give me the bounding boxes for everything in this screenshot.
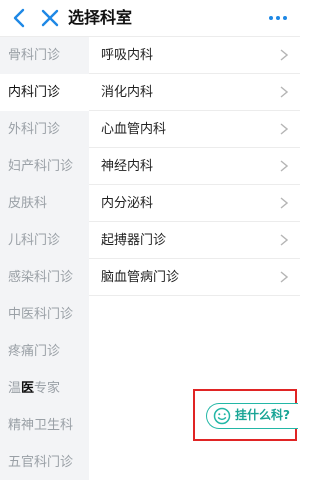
department-item-pacemaker-clinic[interactable]: 起搏器门诊 [89, 222, 300, 259]
top-bar: 选择科室 [0, 0, 300, 37]
category-sidebar: 骨科门诊 内科门诊 外科门诊 妇产科门诊 皮肤科 儿科门诊 感染科门诊 中医科门… [0, 37, 89, 480]
department-item-respiratory[interactable]: 呼吸内科 [89, 37, 300, 74]
chevron-left-icon[interactable] [10, 7, 30, 29]
department-item-gastroenterology[interactable]: 消化内科 [89, 74, 300, 111]
chevron-right-icon [280, 271, 288, 283]
more-horizontal-icon[interactable] [268, 12, 288, 24]
sidebar-item-pediatrics[interactable]: 儿科门诊 [0, 222, 89, 259]
sidebar-item-label-highlight: 医 [21, 381, 35, 396]
chevron-right-icon [280, 234, 288, 246]
sidebar-item-wenyi-experts[interactable]: 温医专家 [0, 370, 89, 407]
sidebar-item-ent[interactable]: 五官科门诊 [0, 444, 89, 481]
sidebar-item-mental-health[interactable]: 精神卫生科 [0, 407, 89, 444]
department-item-neurology[interactable]: 神经内科 [89, 148, 300, 185]
department-list: 呼吸内科 消化内科 心血管内科 神经内科 内分泌科 起搏器门诊 脑血管病门诊 [89, 37, 300, 296]
sidebar-item-internal-medicine[interactable]: 内科门诊 [0, 74, 89, 111]
chevron-right-icon [280, 197, 288, 209]
sidebar-item-label-post: 专家 [34, 381, 61, 396]
sidebar-item-obstetrics-gynecology[interactable]: 妇产科门诊 [0, 148, 89, 185]
sidebar-item-dermatology[interactable]: 皮肤科 [0, 185, 89, 222]
sidebar-item-surgery[interactable]: 外科门诊 [0, 111, 89, 148]
chevron-right-icon [280, 49, 288, 61]
which-department-button[interactable]: 挂什么科? [206, 403, 298, 429]
department-label: 起搏器门诊 [101, 233, 167, 248]
close-icon[interactable] [40, 8, 60, 28]
department-label: 呼吸内科 [101, 48, 154, 63]
department-item-cardiology[interactable]: 心血管内科 [89, 111, 300, 148]
sidebar-item-pain-clinic[interactable]: 疼痛门诊 [0, 333, 89, 370]
sidebar-item-infectious-disease[interactable]: 感染科门诊 [0, 259, 89, 296]
department-label: 消化内科 [101, 85, 154, 100]
sidebar-item-orthopedics[interactable]: 骨科门诊 [0, 37, 89, 74]
sidebar-item-chinese-medicine[interactable]: 中医科门诊 [0, 296, 89, 333]
department-item-endocrinology[interactable]: 内分泌科 [89, 185, 300, 222]
chevron-right-icon [280, 86, 288, 98]
chevron-right-icon [280, 123, 288, 135]
page-title: 选择科室 [68, 8, 133, 27]
department-label: 内分泌科 [101, 196, 154, 211]
chevron-right-icon [280, 160, 288, 172]
smile-face-icon [213, 407, 231, 425]
department-label: 心血管内科 [101, 122, 167, 137]
which-department-label: 挂什么科? [235, 408, 290, 422]
department-label: 神经内科 [101, 159, 154, 174]
sidebar-item-label-pre: 温 [8, 381, 22, 396]
department-item-cerebrovascular-clinic[interactable]: 脑血管病门诊 [89, 259, 300, 296]
department-label: 脑血管病门诊 [101, 270, 180, 285]
